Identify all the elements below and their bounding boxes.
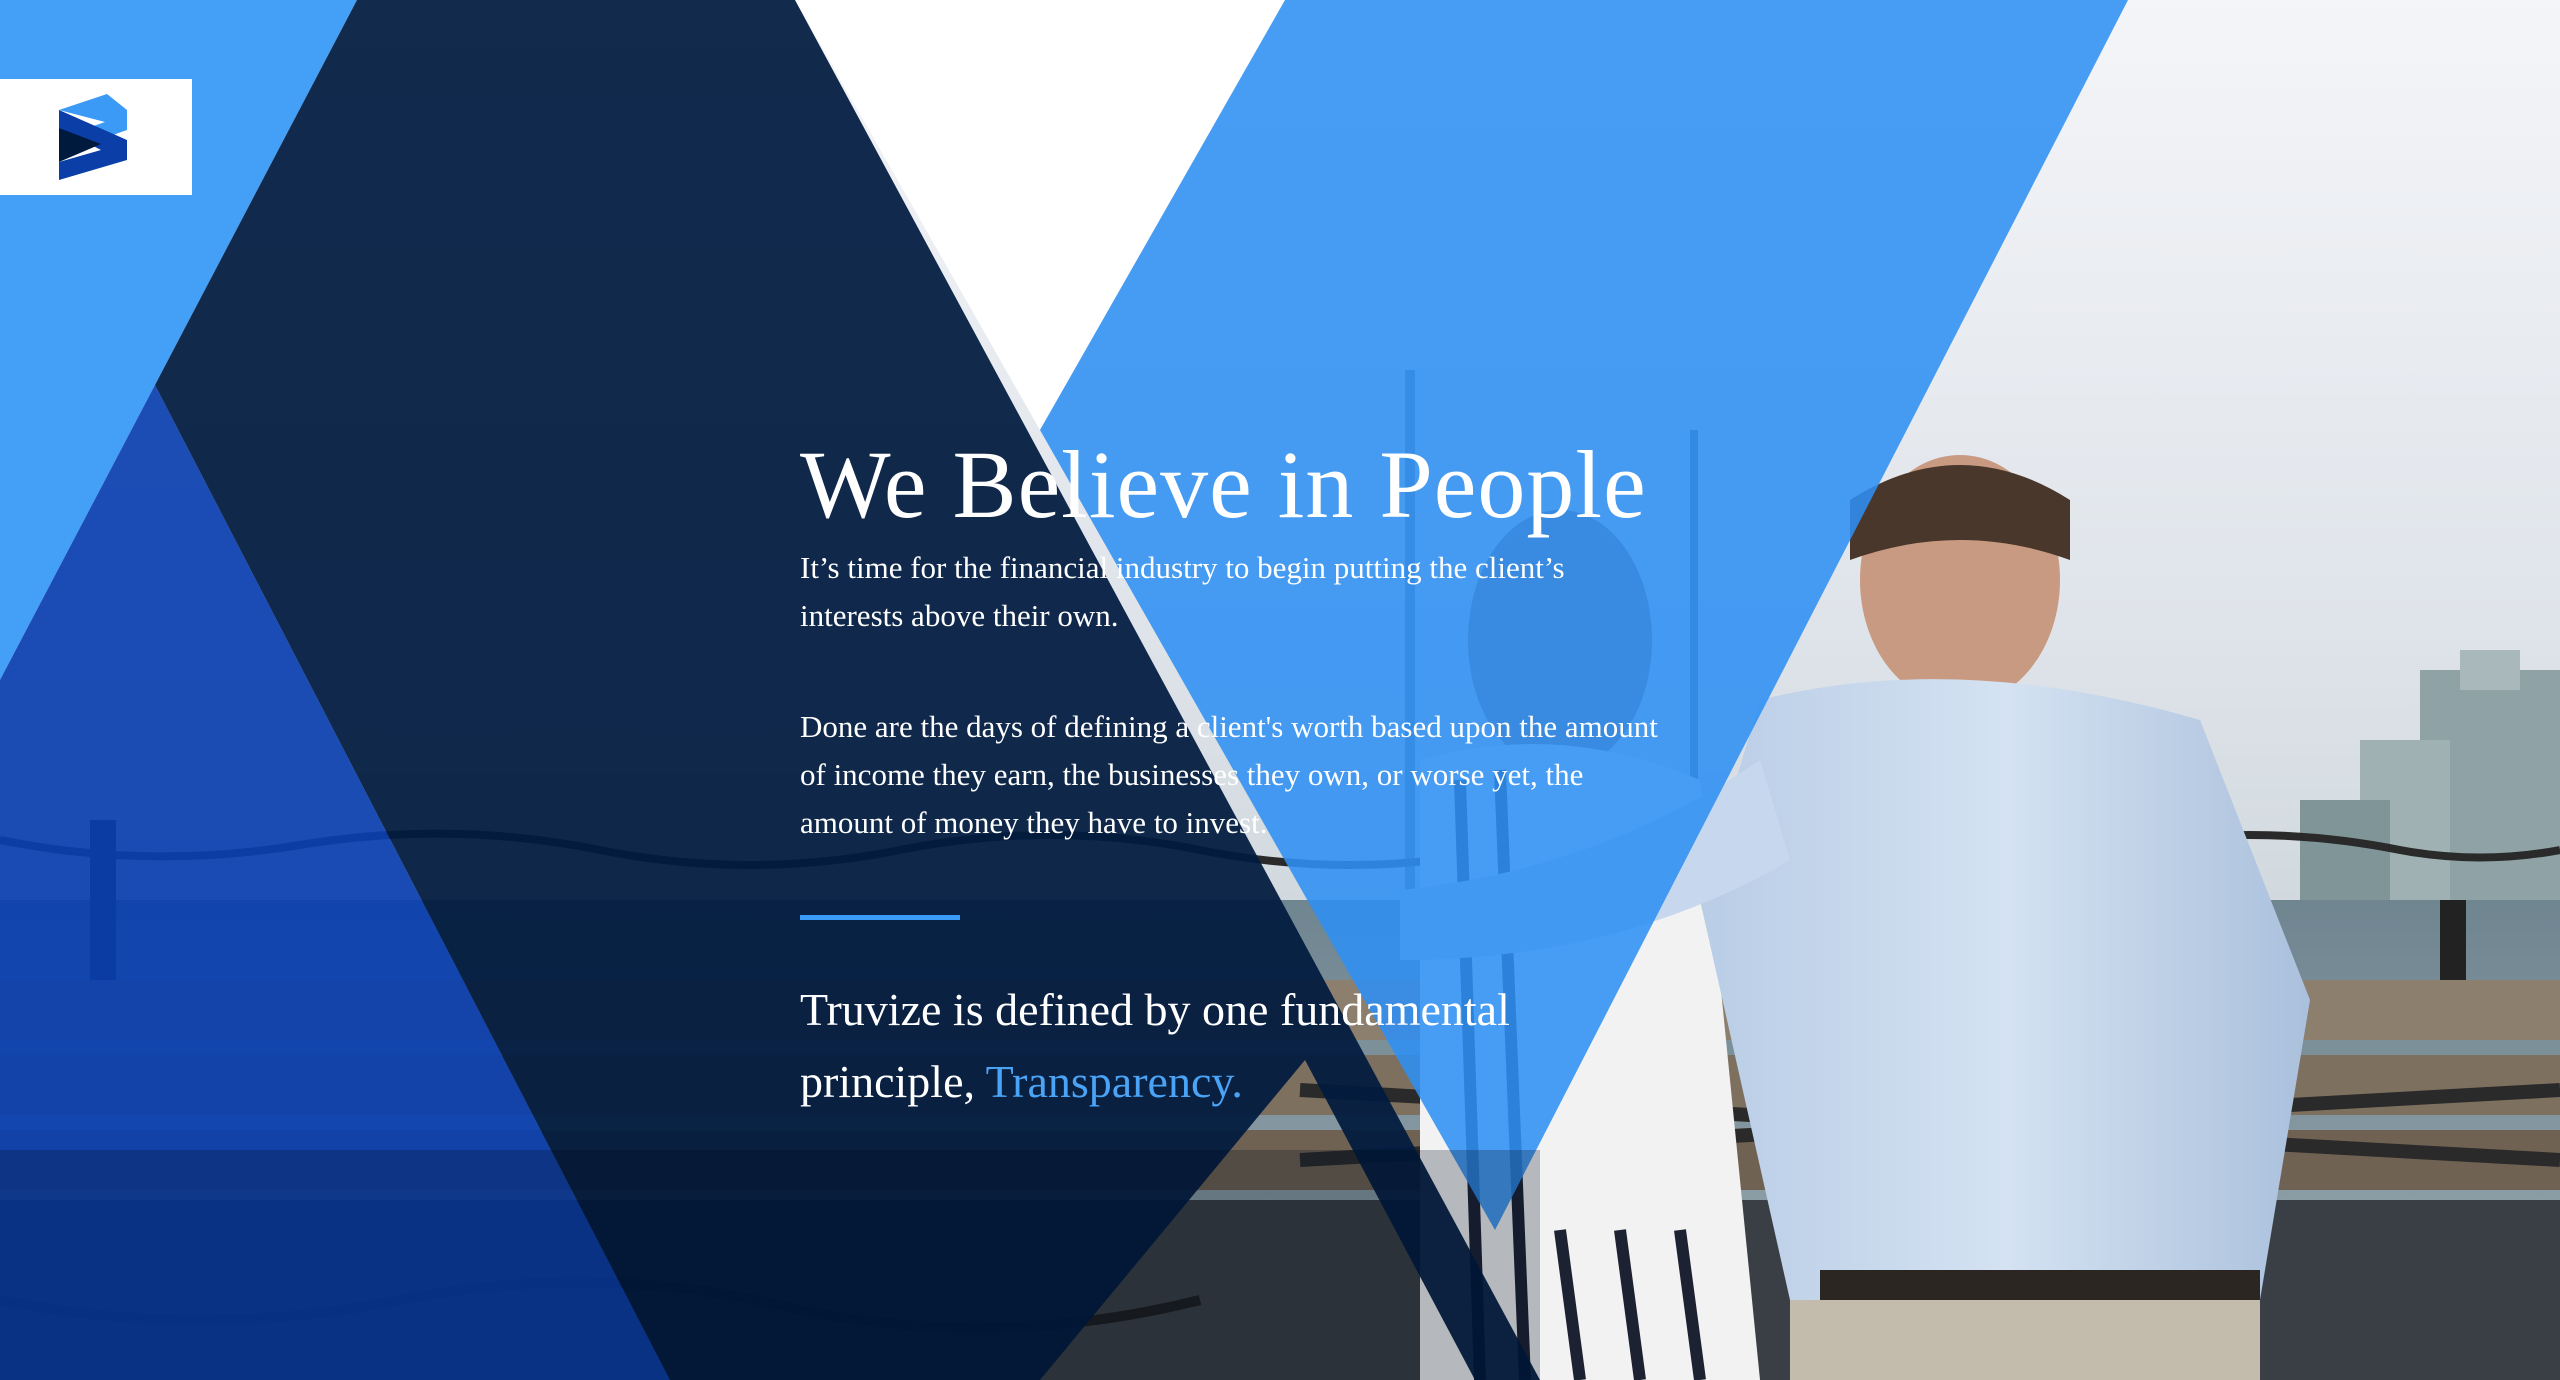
hero-paragraph-intro: It’s time for the financial industry to … (800, 550, 1565, 633)
truvize-chevron-logo-icon (59, 94, 127, 180)
hero-content: We Believe in People It’s time for the f… (800, 430, 1700, 1118)
accent-divider (800, 915, 960, 920)
hero-section: We Believe in People It’s time for the f… (0, 0, 2560, 1380)
tagline: Truvize is defined by one fundamental pr… (800, 974, 1660, 1118)
hero-paragraph-detail: Done are the days of defining a client's… (800, 709, 1658, 840)
hero-title: We Believe in People (800, 431, 1647, 538)
logo-container[interactable] (0, 79, 192, 195)
tagline-accent-word: Transparency. (985, 1056, 1243, 1107)
